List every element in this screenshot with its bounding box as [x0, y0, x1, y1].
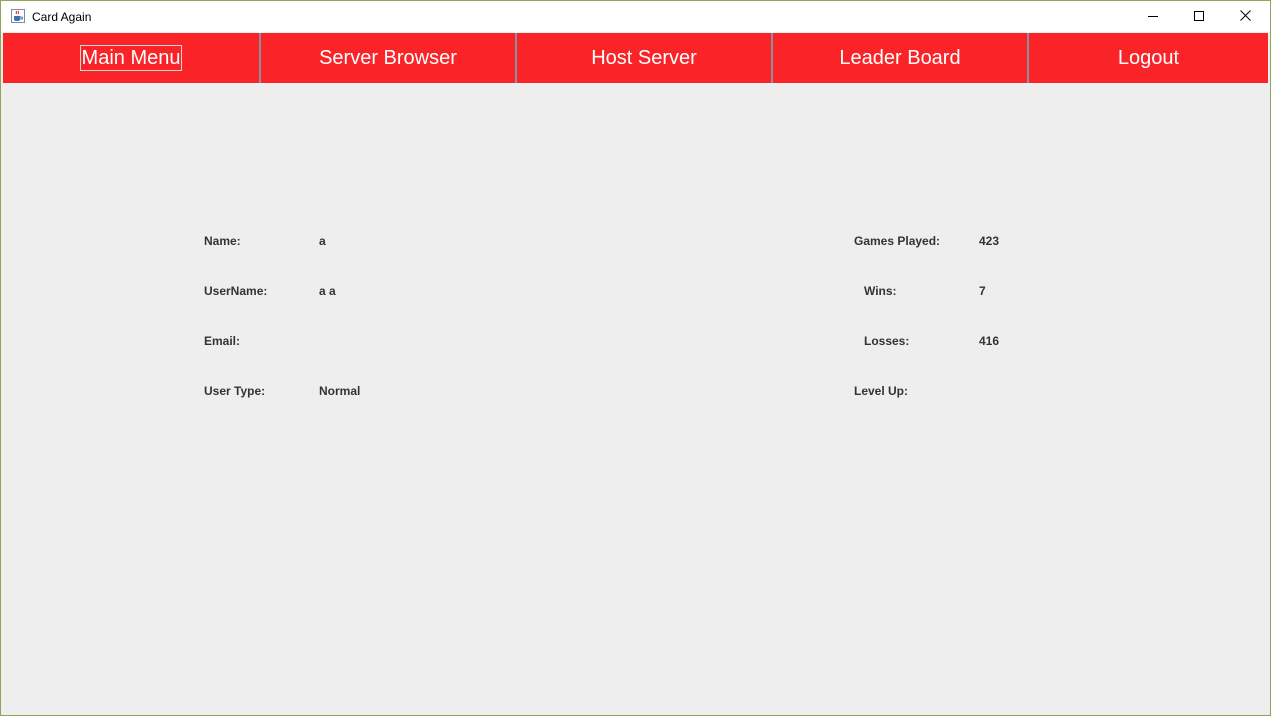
- profile-panel: Name: a UserName: a a Email: User Type: …: [3, 83, 1268, 714]
- java-cup-icon: [11, 9, 25, 23]
- username-value: a a: [319, 284, 336, 298]
- name-label: Name:: [204, 234, 241, 248]
- maximize-icon: [1194, 8, 1204, 26]
- minimize-button[interactable]: [1130, 1, 1176, 32]
- nav-server-browser[interactable]: Server Browser: [259, 33, 515, 83]
- losses-label: Losses:: [864, 334, 910, 348]
- app-window: Card Again Main Menu Server Browser Host…: [0, 0, 1271, 716]
- window-title: Card Again: [32, 10, 92, 24]
- user-type-value: Normal: [319, 384, 361, 398]
- nav-host-server-label: Host Server: [591, 47, 697, 69]
- nav-logout[interactable]: Logout: [1027, 33, 1268, 83]
- close-icon: [1239, 8, 1251, 26]
- wins-label: Wins:: [864, 284, 897, 298]
- email-label: Email:: [204, 334, 241, 348]
- nav-server-browser-label: Server Browser: [319, 47, 457, 69]
- nav-bar: Main Menu Server Browser Host Server Lea…: [3, 33, 1268, 83]
- level-up-label: Level Up:: [854, 384, 909, 398]
- title-bar[interactable]: Card Again: [1, 1, 1270, 32]
- wins-value: 7: [979, 284, 986, 298]
- losses-value: 416: [979, 334, 1000, 348]
- nav-main-menu-label: Main Menu: [79, 45, 183, 71]
- minimize-icon: [1148, 8, 1158, 26]
- maximize-button[interactable]: [1176, 1, 1222, 32]
- name-value: a: [319, 234, 326, 248]
- games-played-value: 423: [979, 234, 1000, 248]
- user-type-label: User Type:: [204, 384, 266, 398]
- nav-host-server[interactable]: Host Server: [515, 33, 771, 83]
- nav-logout-label: Logout: [1117, 47, 1180, 69]
- nav-main-menu[interactable]: Main Menu: [3, 33, 259, 83]
- close-button[interactable]: [1222, 1, 1268, 32]
- nav-leader-board-label: Leader Board: [839, 47, 961, 69]
- username-label: UserName:: [204, 284, 268, 298]
- nav-leader-board[interactable]: Leader Board: [771, 33, 1027, 83]
- games-played-label: Games Played:: [854, 234, 941, 248]
